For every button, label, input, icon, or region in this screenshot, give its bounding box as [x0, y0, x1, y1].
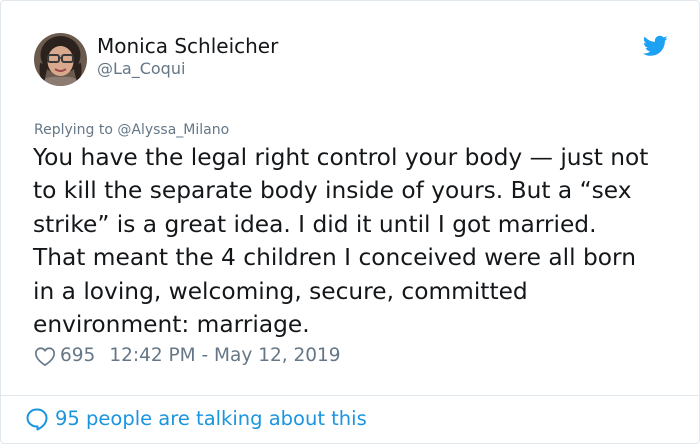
footer-divider [1, 395, 699, 396]
tweet-text-line: environment: marriage. [33, 311, 310, 339]
speech-bubble-icon [26, 408, 48, 431]
tweet-meta: 695 12:42 PM - May 12, 2019 [34, 344, 341, 368]
avatar-image [34, 33, 87, 86]
replying-to-line: Replying to @Alyssa_Milano [34, 120, 229, 140]
conversation-link-label: 95 people are talking about this [55, 407, 367, 430]
tweet-text-line: You have the legal right control your bo… [33, 144, 649, 171]
author-handle[interactable]: @La_Coqui [97, 59, 185, 79]
replying-to-handle-link[interactable]: @Alyssa_Milano [117, 122, 229, 138]
embedded-tweet-card: Monica Schleicher @La_Coqui Replying to … [0, 0, 700, 444]
tweet-text-line: to kill the separate body inside of your… [33, 177, 632, 205]
tweet-timestamp[interactable]: 12:42 PM - May 12, 2019 [109, 344, 340, 368]
tweet-text-line: That meant the 4 children I conceived we… [33, 244, 636, 272]
heart-icon[interactable] [34, 346, 56, 367]
twitter-bird-icon[interactable] [643, 35, 668, 57]
author-display-name[interactable]: Monica Schleicher [97, 34, 278, 58]
avatar[interactable] [34, 33, 87, 86]
replying-to-label: Replying to [34, 122, 113, 138]
tweet-text-line: strike” is a great idea. I did it until … [33, 210, 597, 238]
tweet-text-line: in a loving, welcoming, secure, committe… [33, 277, 528, 305]
like-count[interactable]: 695 [60, 344, 95, 368]
conversation-link[interactable]: 95 people are talking about this [25, 406, 367, 432]
tweet-text: You have the legal right control your bo… [33, 141, 683, 341]
